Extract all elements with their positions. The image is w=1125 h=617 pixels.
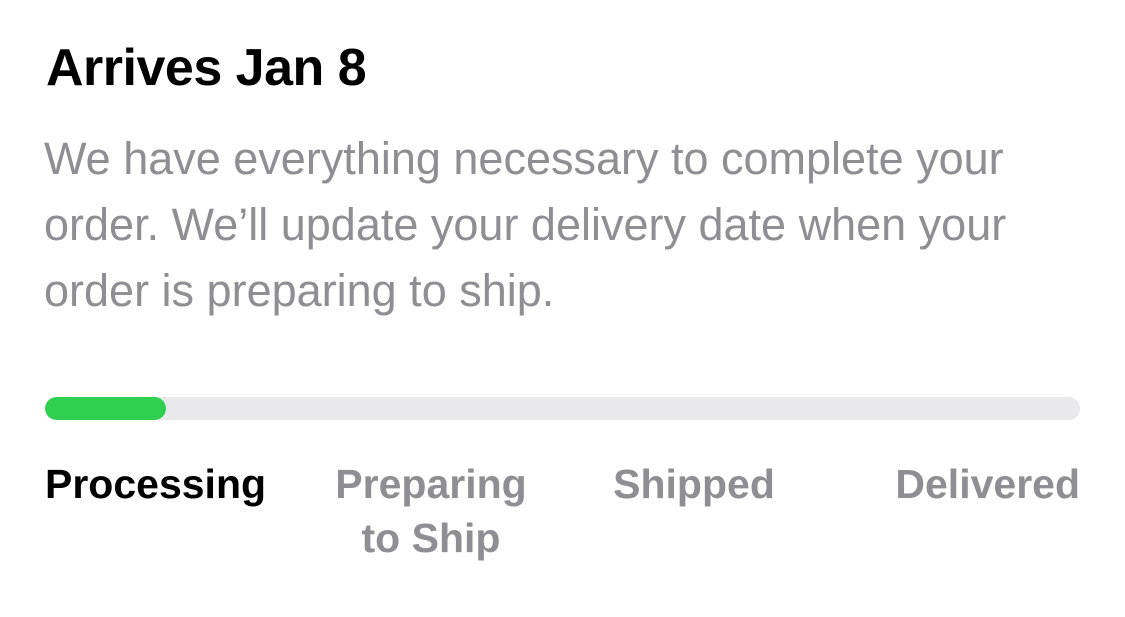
step-preparing-to-ship-label-line-2: to Ship [361,515,501,561]
step-delivered: Delivered [860,457,1080,511]
order-progress-bar [45,397,1080,420]
step-preparing-to-ship-label-line-1: Preparing [335,461,527,507]
step-processing-label: Processing [45,461,267,507]
step-shipped-label: Shipped [613,461,775,507]
step-preparing-to-ship: Preparing to Ship [321,457,541,565]
step-processing: Processing [45,457,285,511]
delivery-title: Arrives Jan 8 [46,39,367,97]
step-delivered-label: Delivered [895,461,1080,507]
order-progress-fill [45,397,167,420]
step-shipped: Shipped [594,457,794,511]
delivery-description: We have everything necessary to complete… [44,133,1007,316]
